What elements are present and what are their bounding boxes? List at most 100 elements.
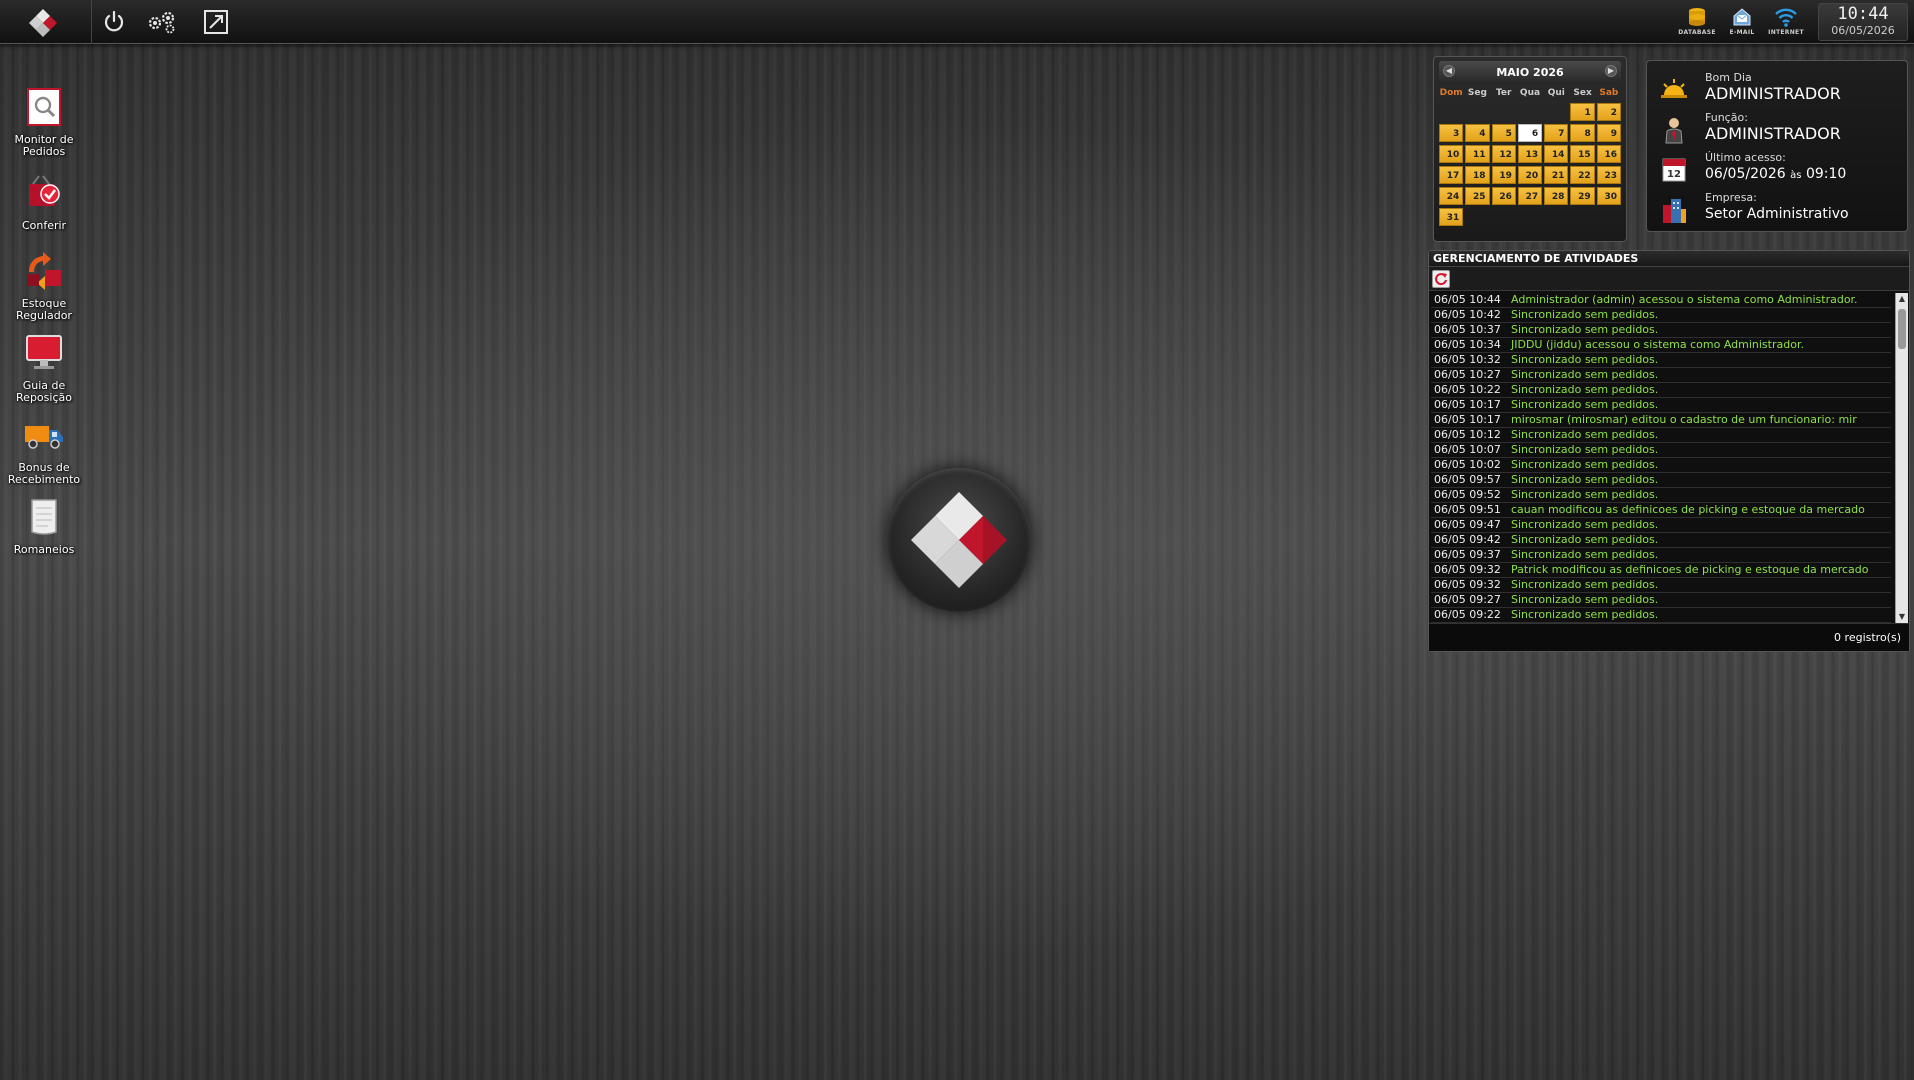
- activity-row[interactable]: 06/05 10:27 Sincronizado sem pedidos.: [1431, 368, 1891, 383]
- calendar-day[interactable]: 4: [1465, 124, 1490, 142]
- desktop-icon-bonus-recebimento[interactable]: Bonus de Recebimento: [4, 414, 84, 486]
- truck-icon: [25, 426, 63, 449]
- calendar-day[interactable]: 31: [1439, 208, 1464, 226]
- activity-row[interactable]: 06/05 10:22 Sincronizado sem pedidos.: [1431, 383, 1891, 398]
- desktop-icon-romaneios[interactable]: Romaneios: [4, 496, 84, 556]
- notepad-icon: [31, 499, 57, 535]
- activity-row[interactable]: 06/05 09:32 Sincronizado sem pedidos.: [1431, 578, 1891, 593]
- desktop-icon-guia-reposicao[interactable]: Guia de Reposição: [4, 332, 84, 404]
- calendar-day[interactable]: 13: [1517, 145, 1543, 163]
- company-building-icon: [1663, 199, 1686, 223]
- activity-time: 06/05 10:44: [1434, 293, 1501, 306]
- calendar-day[interactable]: 1: [1570, 103, 1595, 121]
- svg-text:12: 12: [1667, 169, 1681, 180]
- activity-row[interactable]: 06/05 10:17 mirosmar (mirosmar) editou o …: [1431, 413, 1891, 428]
- activity-row[interactable]: 06/05 10:12 Sincronizado sem pedidos.: [1431, 428, 1891, 443]
- settings-gears-icon[interactable]: [146, 9, 178, 35]
- calendar-prev-button[interactable]: ◀: [1443, 65, 1455, 77]
- power-icon[interactable]: [100, 9, 128, 35]
- calendar-day[interactable]: 23: [1596, 166, 1621, 184]
- user-person-icon: [1665, 118, 1683, 144]
- calendar-day[interactable]: 22: [1570, 166, 1595, 184]
- activity-message: Sincronizado sem pedidos.: [1511, 533, 1659, 546]
- calendar-day[interactable]: 5: [1491, 124, 1516, 142]
- calendar-day[interactable]: 25: [1465, 187, 1490, 205]
- activity-row[interactable]: 06/05 10:37 Sincronizado sem pedidos.: [1431, 323, 1891, 338]
- calendar-day[interactable]: 29: [1570, 187, 1595, 205]
- calendar-day[interactable]: 15: [1570, 145, 1595, 163]
- last-access-label: Último acesso:: [1705, 151, 1786, 164]
- clock: 10:44 06/05/2026: [1818, 3, 1908, 41]
- activity-message: Sincronizado sem pedidos.: [1511, 368, 1659, 381]
- activity-log-list[interactable]: 06/05 10:44 Administrador (admin) acessou…: [1431, 293, 1891, 623]
- calendar-day[interactable]: 14: [1544, 145, 1569, 163]
- desktop-icon-conferir[interactable]: Conferir: [4, 172, 84, 232]
- calendar-day[interactable]: 30: [1596, 187, 1621, 205]
- clock-date: 06/05/2026: [1831, 24, 1895, 37]
- scroll-down-arrow[interactable]: ▼: [1896, 611, 1908, 623]
- activity-row[interactable]: 06/05 09:52 Sincronizado sem pedidos.: [1431, 488, 1891, 503]
- calendar-day-today[interactable]: 6: [1517, 124, 1543, 142]
- calendar-day[interactable]: 18: [1465, 166, 1490, 184]
- calendar-empty-cell: [1439, 103, 1463, 121]
- activity-row[interactable]: 06/05 09:57 Sincronizado sem pedidos.: [1431, 473, 1891, 488]
- calendar-day[interactable]: 2: [1596, 103, 1621, 121]
- calendar-weekday: Sex: [1573, 88, 1592, 98]
- calendar-day[interactable]: 21: [1544, 166, 1569, 184]
- calendar-day[interactable]: 3: [1439, 124, 1464, 142]
- activity-row[interactable]: 06/05 10:02 Sincronizado sem pedidos.: [1431, 458, 1891, 473]
- calendar-day[interactable]: 20: [1517, 166, 1543, 184]
- activity-row[interactable]: 06/05 10:17 Sincronizado sem pedidos.: [1431, 398, 1891, 413]
- calendar-day[interactable]: 16: [1596, 145, 1621, 163]
- activity-row[interactable]: 06/05 10:32 Sincronizado sem pedidos.: [1431, 353, 1891, 368]
- calendar-day[interactable]: 8: [1570, 124, 1595, 142]
- email-status[interactable]: E-MAIL: [1722, 6, 1762, 42]
- calendar-day[interactable]: 9: [1596, 124, 1621, 142]
- activity-time: 06/05 10:32: [1434, 353, 1501, 366]
- activity-row[interactable]: 06/05 09:22 Sincronizado sem pedidos.: [1431, 608, 1891, 623]
- activity-row[interactable]: 06/05 09:42 Sincronizado sem pedidos.: [1431, 533, 1891, 548]
- calendar-day[interactable]: 19: [1491, 166, 1516, 184]
- desktop-icon-order-monitor[interactable]: Monitor de Pedidos: [4, 86, 84, 158]
- calendar-day[interactable]: 17: [1439, 166, 1464, 184]
- fullscreen-icon[interactable]: [202, 9, 230, 35]
- activity-time: 06/05 09:27: [1434, 593, 1501, 606]
- calendar-day[interactable]: 12: [1491, 145, 1516, 163]
- calendar-title: MAIO 2026: [1496, 66, 1564, 79]
- activity-message: Sincronizado sem pedidos.: [1511, 518, 1659, 531]
- calendar-empty-cell: [1544, 103, 1568, 121]
- app-logo-icon[interactable]: [28, 8, 58, 38]
- activity-row[interactable]: 06/05 09:51 cauan modificou as definicoes…: [1431, 503, 1891, 518]
- activity-message: Sincronizado sem pedidos.: [1511, 398, 1659, 411]
- order-monitor-icon: [27, 88, 61, 126]
- activity-row[interactable]: 06/05 10:34 JIDDU (jiddu) acessou o siste…: [1431, 338, 1891, 353]
- activity-time: 06/05 10:12: [1434, 428, 1501, 441]
- refresh-button[interactable]: [1432, 270, 1450, 288]
- activity-row[interactable]: 06/05 09:27 Sincronizado sem pedidos.: [1431, 593, 1891, 608]
- calendar-day[interactable]: 7: [1544, 124, 1569, 142]
- calendar-day[interactable]: 28: [1544, 187, 1569, 205]
- activity-time: 06/05 10:22: [1434, 383, 1501, 396]
- activity-scrollbar[interactable]: ▲ ▼: [1895, 293, 1908, 623]
- calendar-day[interactable]: 27: [1517, 187, 1543, 205]
- desktop-icon-estoque-regulador[interactable]: Estoque Regulador: [4, 250, 84, 322]
- internet-status[interactable]: INTERNET: [1766, 6, 1806, 42]
- activity-row[interactable]: 06/05 09:37 Sincronizado sem pedidos.: [1431, 548, 1891, 563]
- sunrise-icon: [1661, 79, 1687, 98]
- activity-row[interactable]: 06/05 09:32 Patrick modificou as definico…: [1431, 563, 1891, 578]
- clock-time: 10:44: [1837, 4, 1889, 24]
- calendar-weekday: Ter: [1495, 88, 1512, 98]
- calendar-day[interactable]: 11: [1465, 145, 1490, 163]
- scroll-thumb[interactable]: [1898, 309, 1906, 349]
- activity-row[interactable]: 06/05 10:44 Administrador (admin) acessou…: [1431, 293, 1891, 308]
- calendar-day[interactable]: 10: [1439, 145, 1464, 163]
- calendar-day[interactable]: 24: [1439, 187, 1464, 205]
- database-status[interactable]: DATABASE: [1677, 6, 1717, 42]
- calendar-next-button[interactable]: ▶: [1605, 65, 1617, 77]
- activity-row[interactable]: 06/05 10:07 Sincronizado sem pedidos.: [1431, 443, 1891, 458]
- scroll-up-arrow[interactable]: ▲: [1896, 293, 1908, 305]
- activity-row[interactable]: 06/05 10:42 Sincronizado sem pedidos.: [1431, 308, 1891, 323]
- activity-row[interactable]: 06/05 09:47 Sincronizado sem pedidos.: [1431, 518, 1891, 533]
- activity-message: Sincronizado sem pedidos.: [1511, 593, 1659, 606]
- calendar-day[interactable]: 26: [1491, 187, 1516, 205]
